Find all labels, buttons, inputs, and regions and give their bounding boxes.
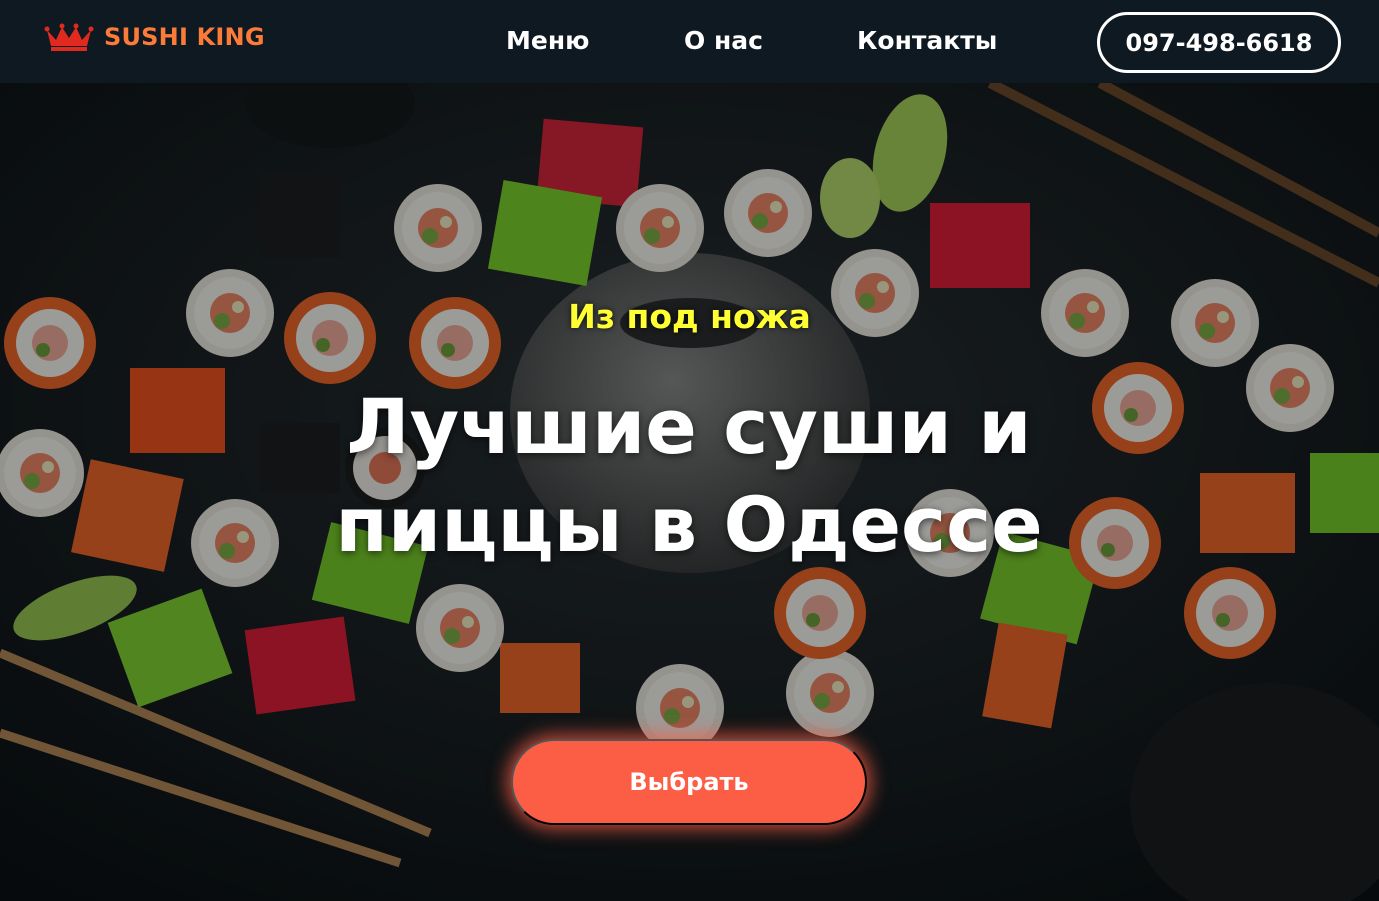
- hero-section: Из под ножа Лучшие суши и пиццы в Одессе…: [0, 83, 1379, 901]
- logo[interactable]: SUSHI KING: [44, 22, 265, 52]
- site-header: SUSHI KING Меню О нас Контакты 097-498-6…: [0, 0, 1379, 83]
- choose-button[interactable]: Выбрать: [511, 739, 867, 825]
- hero-subtitle: Из под ножа: [568, 297, 811, 336]
- nav-menu-link[interactable]: Меню: [506, 26, 589, 55]
- crown-icon: [44, 23, 94, 51]
- hero-headline: Лучшие суши и пиццы в Одессе: [335, 382, 1043, 569]
- nav-about-link[interactable]: О нас: [684, 26, 763, 55]
- nav-contacts-link[interactable]: Контакты: [857, 26, 997, 55]
- phone-button[interactable]: 097-498-6618: [1097, 12, 1341, 73]
- logo-text: SUSHI KING: [104, 23, 265, 51]
